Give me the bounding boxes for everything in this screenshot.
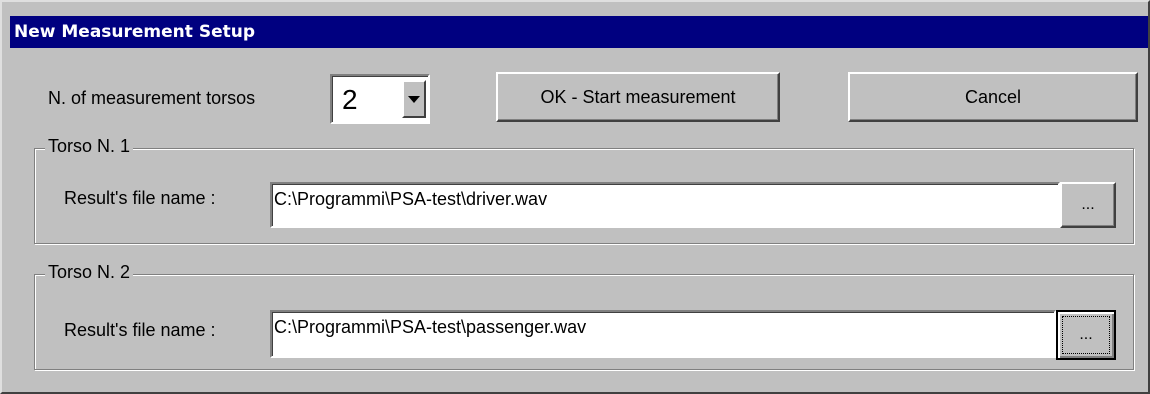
torso-2-file-input[interactable]: C:\Programmi\PSA-test\passenger.wav (270, 310, 1056, 358)
cancel-button[interactable]: Cancel (848, 72, 1138, 122)
title-bar[interactable]: New Measurement Setup (10, 16, 1148, 48)
ok-start-measurement-button[interactable]: OK - Start measurement (496, 72, 780, 122)
dialog-window: New Measurement Setup N. of measurement … (0, 0, 1150, 394)
window-title: New Measurement Setup (14, 22, 255, 42)
torso-1-legend: Torso N. 1 (45, 136, 134, 157)
torsos-count-select[interactable]: 2 (330, 74, 430, 124)
dropdown-button[interactable] (402, 80, 426, 118)
torso-1-browse-label: ... (1081, 196, 1095, 213)
focus-rectangle (1062, 316, 1110, 354)
chevron-down-icon (408, 95, 420, 103)
torso-1-file-input[interactable]: C:\Programmi\PSA-test\driver.wav (270, 182, 1060, 228)
torso-2-file-label: Result's file name : (64, 320, 216, 340)
torsos-count-value: 2 (342, 84, 358, 115)
torso-2-legend: Torso N. 2 (45, 262, 134, 283)
torsos-count-label: N. of measurement torsos (48, 88, 256, 108)
torso-1-file-label: Result's file name : (64, 188, 216, 208)
torso-2-browse-button[interactable]: ... (1056, 310, 1116, 360)
ok-button-label: OK - Start measurement (540, 86, 736, 107)
cancel-button-label: Cancel (964, 86, 1022, 107)
torso-1-browse-button[interactable]: ... (1060, 182, 1116, 228)
